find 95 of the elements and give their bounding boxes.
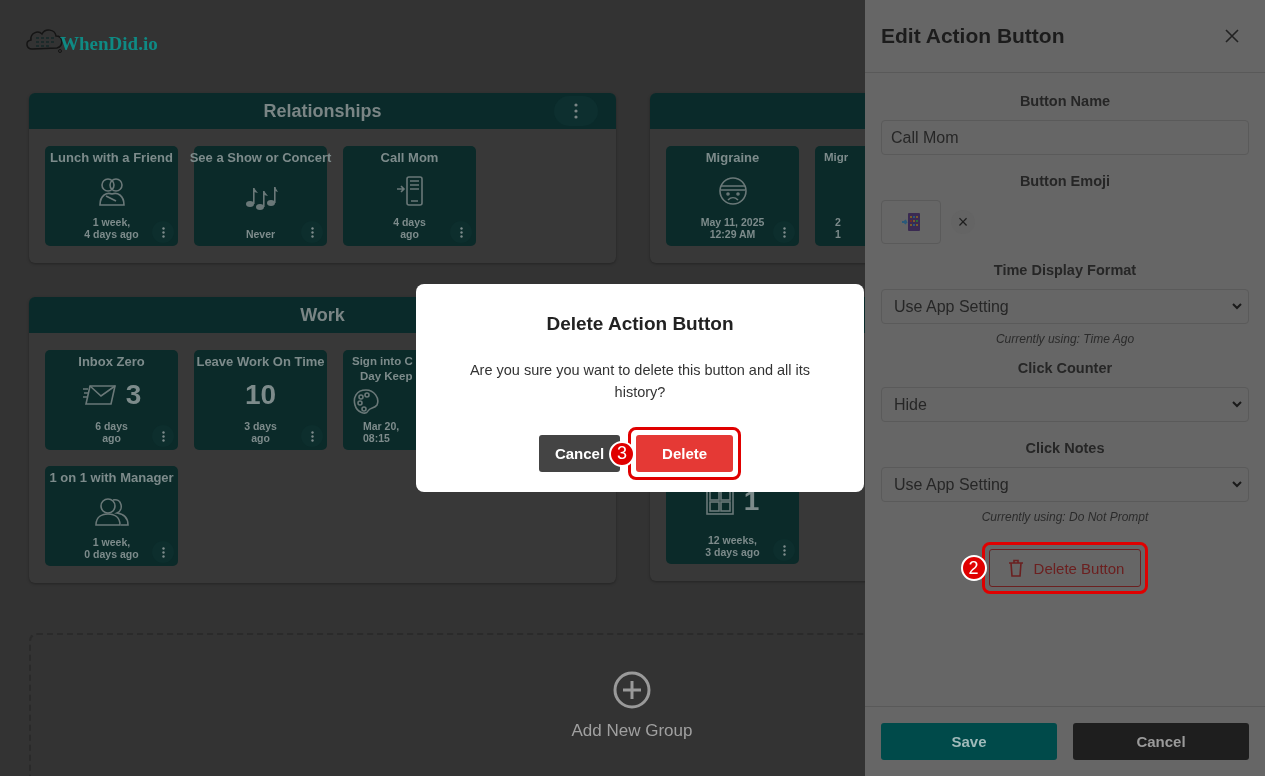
card-menu-button[interactable] xyxy=(301,425,323,447)
last-done-time: 4 days xyxy=(393,216,426,228)
card-title: Call Mom xyxy=(380,150,439,165)
card-title: Sign into C xyxy=(352,354,413,369)
last-done-time: 3 days ago xyxy=(705,546,760,558)
setting-note: Currently using: Do Not Prompt xyxy=(981,510,1149,524)
hugging-people-icon xyxy=(96,175,127,206)
name-input[interactable]: Call Mom xyxy=(881,120,1249,155)
add-group-label: Add New Group xyxy=(571,721,693,741)
plus-circle-icon xyxy=(613,671,651,709)
card-menu-button[interactable] xyxy=(450,221,472,243)
field-label: Click Notes xyxy=(1025,440,1105,456)
last-done-time: May 11, 2025 xyxy=(700,216,765,228)
phone-emoji-icon xyxy=(901,212,921,232)
last-done-time: Never xyxy=(245,228,276,240)
last-done-time: ago xyxy=(251,432,270,444)
field-label: Button Emoji xyxy=(1019,173,1111,189)
more-icon xyxy=(782,544,786,556)
last-done-time: 1 week, xyxy=(92,216,131,228)
card-title: Leave Work On Time xyxy=(196,354,325,369)
card-title: Migr xyxy=(824,150,849,165)
card-title: Inbox Zero xyxy=(78,354,145,369)
bandaged-face-icon xyxy=(717,175,748,206)
card-menu-button[interactable] xyxy=(152,221,174,243)
delete-button[interactable]: Delete xyxy=(636,435,734,472)
card-title: Migraine xyxy=(705,150,760,165)
group-title: Work xyxy=(300,304,345,326)
chevron-down-icon xyxy=(1232,303,1242,310)
last-done-time: ago xyxy=(102,432,121,444)
last-done-time: 4 days ago xyxy=(84,228,139,240)
more-icon xyxy=(310,226,314,238)
last-done-time: 6 days xyxy=(95,420,128,432)
select-dropdown[interactable]: Use App Setting xyxy=(881,467,1249,502)
last-done-time: 12 weeks, xyxy=(707,534,757,546)
step-badge: 2 xyxy=(960,555,987,581)
more-icon xyxy=(310,430,314,442)
chevron-down-icon xyxy=(1232,401,1242,408)
action-card[interactable]: Sign into C Day Keep Mar 20, 08:15 xyxy=(343,350,416,450)
action-card[interactable]: Migraine May 11, 2025 12:29 AM xyxy=(666,146,799,246)
group-menu-button[interactable] xyxy=(554,96,598,126)
close-icon xyxy=(1225,29,1239,43)
card-menu-button[interactable] xyxy=(152,541,174,563)
action-card[interactable]: Migr 2 1 xyxy=(815,146,865,246)
action-card[interactable]: Lunch with a Friend 1 week, 4 days ago xyxy=(45,146,178,246)
trash-icon xyxy=(1007,559,1024,577)
panel-title: Edit Action Button xyxy=(881,24,1065,48)
last-done-time: Mar 20, xyxy=(363,420,400,432)
card-title: 1 on 1 with Manager xyxy=(49,470,174,485)
field-label: Button Name xyxy=(1019,93,1111,109)
logo-text: WhenDid.io xyxy=(60,34,158,53)
last-done-time: ago xyxy=(400,228,419,240)
save-button[interactable]: Save xyxy=(881,723,1057,760)
phone-arrow-icon xyxy=(395,175,424,206)
more-icon xyxy=(574,103,578,119)
card-menu-button[interactable] xyxy=(301,221,323,243)
card-menu-button[interactable] xyxy=(152,425,174,447)
field-label: Click Counter xyxy=(1017,360,1113,376)
step-badge: 3 xyxy=(609,440,636,467)
cancel-button[interactable]: Cancel xyxy=(1073,723,1249,760)
envelope-icon xyxy=(81,383,116,406)
card-menu-button[interactable] xyxy=(773,539,795,561)
click-count: 3 xyxy=(125,378,142,411)
last-done-time: 08:15 xyxy=(363,432,390,444)
last-done-time: 2 xyxy=(835,216,841,228)
select-dropdown[interactable]: Use App Setting xyxy=(881,289,1249,324)
group-title: Relationships xyxy=(263,100,382,122)
more-icon xyxy=(161,546,165,558)
more-icon xyxy=(161,226,165,238)
click-count: 1 xyxy=(743,485,760,517)
action-card[interactable]: Inbox Zero 3 6 days ago xyxy=(45,350,178,450)
click-count: 10 xyxy=(244,378,277,411)
dialog-message: Are you sure you want to delete this button and all its history? xyxy=(468,361,812,402)
emoji-picker-button[interactable] xyxy=(881,200,941,244)
select-dropdown[interactable]: Hide xyxy=(881,387,1249,422)
more-icon xyxy=(782,226,786,238)
last-done-time: 1 week, xyxy=(92,536,131,548)
more-icon xyxy=(161,430,165,442)
field-label: Time Display Format xyxy=(993,262,1137,278)
card-title: Lunch with a Friend xyxy=(50,150,173,165)
action-card[interactable]: 1 on 1 with Manager 1 week, 0 days ago xyxy=(45,466,178,566)
more-icon xyxy=(459,226,463,238)
action-card[interactable]: Leave Work On Time 10 3 days ago xyxy=(194,350,327,450)
last-done-time: 3 days xyxy=(244,420,277,432)
chevron-down-icon xyxy=(1232,481,1242,488)
card-title: Day Keep xyxy=(360,369,413,384)
palette-icon xyxy=(352,388,380,416)
action-card[interactable]: Call Mom 4 days ago xyxy=(343,146,476,246)
close-button[interactable] xyxy=(1223,27,1241,45)
dialog-title: Delete Action Button xyxy=(546,313,734,335)
last-done-time: 1 xyxy=(835,228,841,240)
setting-note: Currently using: Time Ago xyxy=(995,332,1135,346)
last-done-time: 12:29 AM xyxy=(709,228,756,240)
card-menu-button[interactable] xyxy=(773,221,795,243)
last-done-time: 0 days ago xyxy=(84,548,139,560)
people-icon xyxy=(94,495,129,526)
